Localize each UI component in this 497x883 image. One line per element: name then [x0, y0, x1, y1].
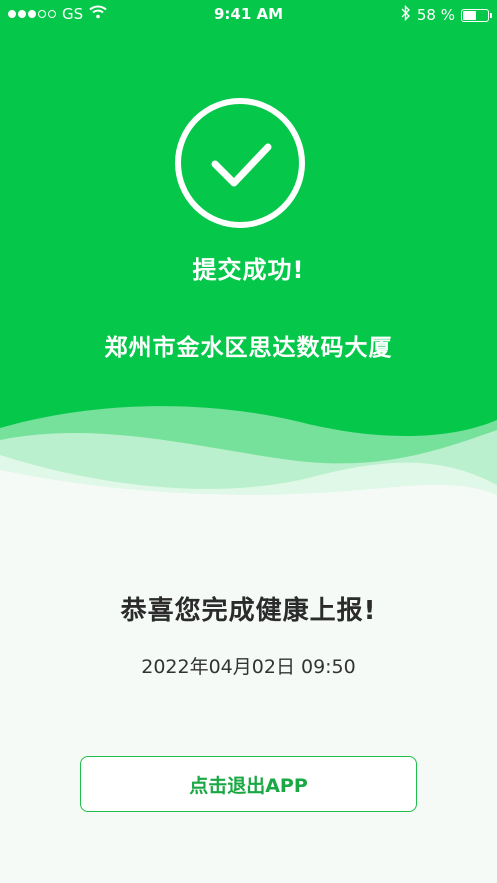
check-circle-icon [175, 98, 305, 228]
battery-icon [461, 8, 492, 22]
completion-message: 恭喜您完成健康上报! [120, 596, 377, 626]
battery-level-fill [463, 10, 477, 20]
location-label: 郑州市金水区思达数码大厦 [104, 335, 393, 361]
status-bar: GS 9:41 AM 58 % [0, 0, 497, 30]
wave-decoration [0, 406, 497, 510]
exit-app-button[interactable]: 点击退出APP [80, 756, 417, 812]
exit-app-button-label: 点击退出APP [189, 774, 308, 797]
battery-percent: 58 % [416, 6, 455, 24]
report-datetime: 2022年04月02日 09:50 [141, 656, 356, 678]
success-title: 提交成功! [192, 256, 305, 284]
status-right: 58 % [401, 4, 492, 25]
bluetooth-icon [401, 4, 411, 25]
